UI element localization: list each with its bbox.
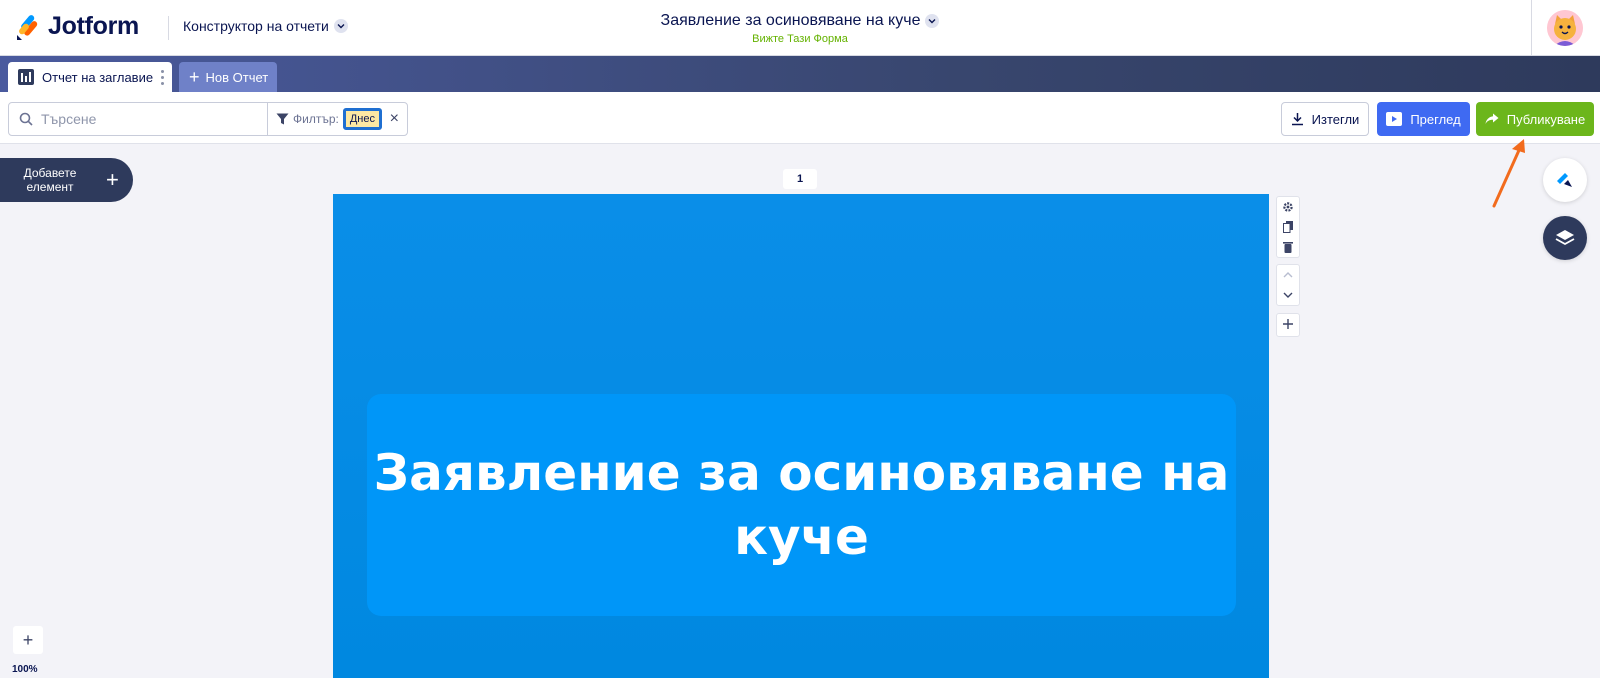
share-arrow-icon [1485,113,1499,124]
report-toolbar: Филтър: Днес × Изтегли Преглед Публикува… [0,92,1600,144]
user-avatar[interactable] [1547,10,1583,46]
page-number: 1 [783,169,817,189]
gear-icon[interactable] [1277,197,1299,217]
search-icon [19,112,33,126]
new-report-label: Нов Отчет [205,69,269,85]
download-label: Изтегли [1311,111,1360,127]
report-title-element[interactable]: Заявление за осиновяване на куче [367,394,1236,616]
duplicate-icon[interactable] [1277,217,1299,237]
report-page[interactable]: Заявление за осиновяване на куче [333,194,1269,678]
download-button[interactable]: Изтегли [1281,102,1369,136]
form-title-selector[interactable]: Заявление за осиновяване на куче [661,12,940,30]
filter-icon [276,113,289,125]
layers-button[interactable] [1543,216,1587,260]
search-box [8,102,268,136]
add-element-label: Добавете елемент [23,166,77,194]
zoom-level: 100% [12,664,38,675]
report-title-text: Заявление за осиновяване на куче [373,444,1230,566]
publish-label: Публикуване [1506,111,1586,127]
form-title: Заявление за осиновяване на куче [660,12,921,29]
tab-label: Отчет на заглавие [42,69,154,85]
tab-title-report[interactable]: Отчет на заглавие [8,62,172,92]
annotation-arrow-icon [1492,139,1525,208]
preview-label: Преглед [1410,111,1461,127]
header-divider [1531,0,1532,56]
report-designer-button[interactable] [1543,158,1587,202]
trash-icon[interactable] [1277,237,1299,257]
form-title-area: Заявление за осиновяване на куче Вижте Т… [0,12,1600,45]
avatar-icon [1547,10,1583,46]
preview-button[interactable]: Преглед [1377,102,1470,136]
chevron-up-icon[interactable] [1277,265,1299,285]
add-page-plus-icon[interactable] [1277,314,1299,334]
chevron-down-icon[interactable] [1277,285,1299,305]
plus-icon: + [189,67,200,87]
more-options-icon[interactable] [161,70,164,85]
filter-value-chip[interactable]: Днес [342,108,382,130]
report-tab-bar: Отчет на заглавие + Нов Отчет [0,56,1600,92]
view-form-link[interactable]: Вижте Тази Форма [0,33,1600,45]
app-header: Jotform Конструктор на отчети Заявление … [0,0,1600,56]
search-input[interactable] [41,111,241,127]
download-icon [1291,113,1303,126]
layers-icon [1555,230,1575,246]
add-element-button[interactable]: Добавете елемент + [0,158,133,202]
filter-label: Филтър: [293,112,339,126]
page-settings-tools [1276,196,1300,258]
paint-brush-icon [1557,173,1572,187]
add-page-tool [1276,313,1300,337]
chevron-down-icon [925,14,940,28]
zoom-in-button[interactable]: + [13,626,43,654]
filter-control[interactable]: Филтър: Днес × [267,102,408,136]
play-icon [1386,112,1403,126]
plus-icon: + [106,167,119,192]
publish-button[interactable]: Публикуване [1476,102,1594,136]
close-icon[interactable]: × [390,111,399,127]
new-report-tab-button[interactable]: + Нов Отчет [179,62,277,92]
report-chart-icon [18,69,34,85]
page-order-tools [1276,264,1300,306]
